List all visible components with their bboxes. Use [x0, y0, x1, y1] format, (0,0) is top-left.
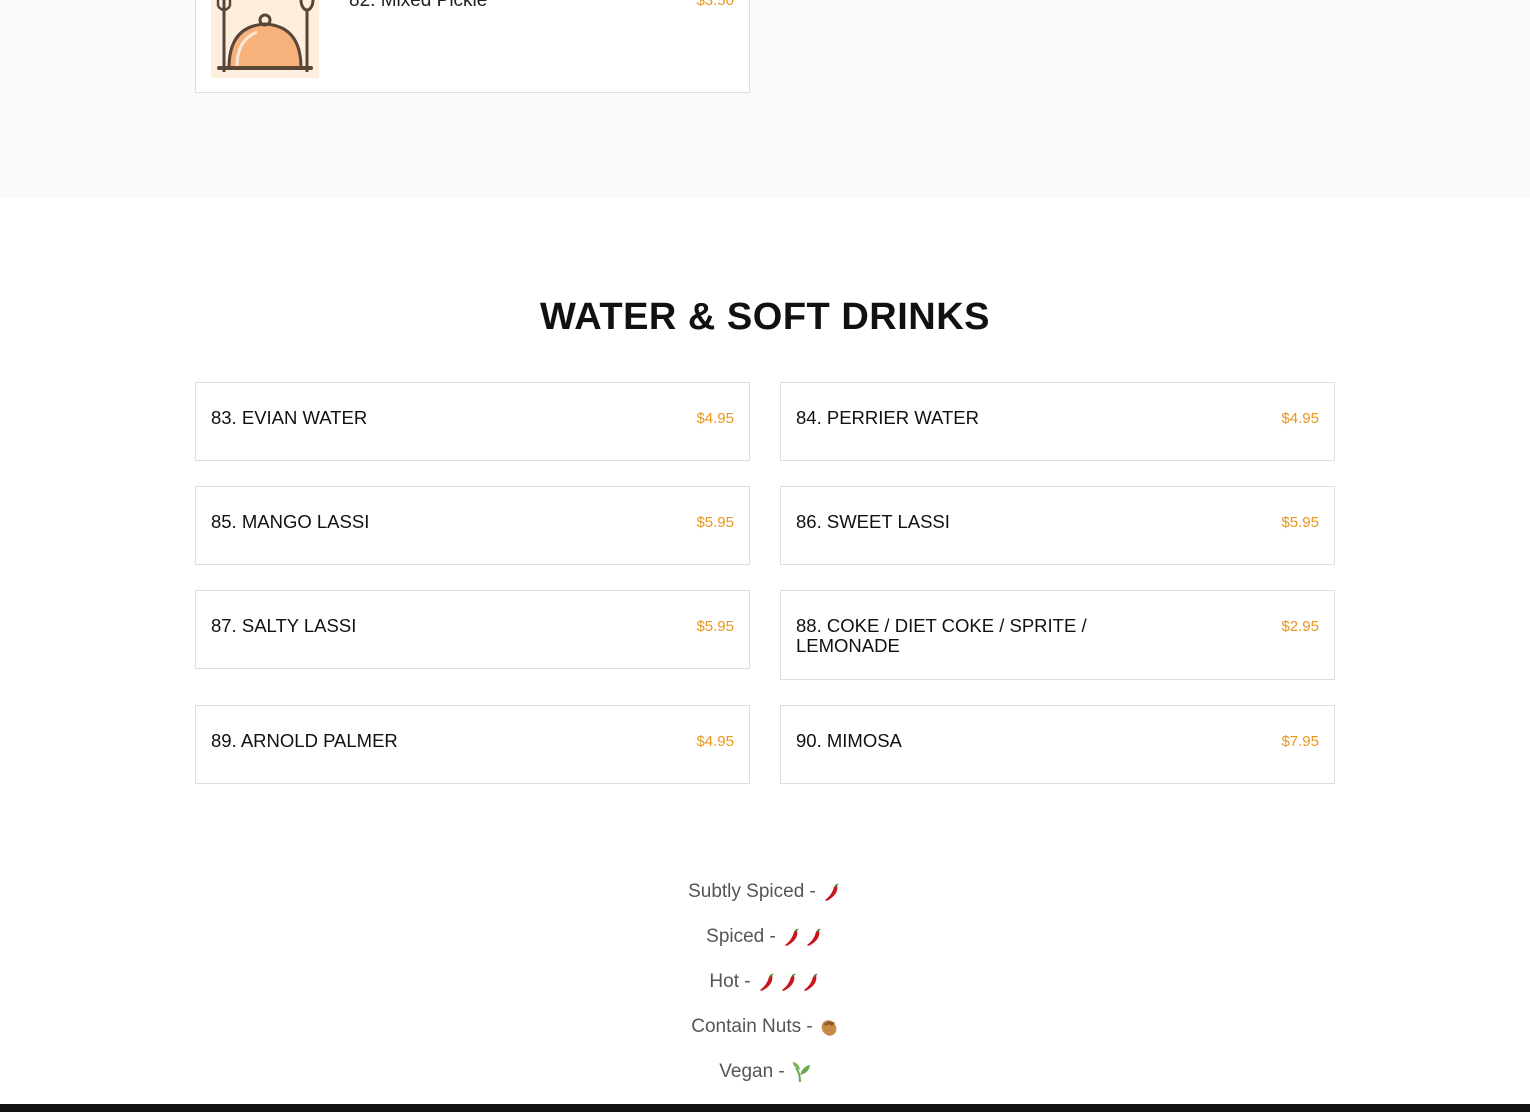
menu-item-price: $5.95: [696, 514, 734, 531]
chili-icon: [806, 928, 821, 946]
menu-item-card[interactable]: 86. SWEET LASSI $5.95: [780, 486, 1335, 565]
menu-item-name: 90. MIMOSA: [796, 730, 902, 751]
legend-label: Contain Nuts -: [691, 1016, 813, 1037]
cloche-icon: [211, 0, 319, 78]
chili-icon: [784, 928, 799, 946]
menu-item-price: $7.95: [1281, 733, 1319, 750]
menu-item-card[interactable]: 87. SALTY LASSI $5.95: [195, 590, 750, 669]
legend-label: Hot -: [709, 971, 751, 992]
legend-hot: Hot -: [0, 970, 1530, 994]
menu-item-card[interactable]: 89. ARNOLD PALMER $4.95: [195, 705, 750, 784]
menu-item-price: $5.95: [1281, 514, 1319, 531]
menu-item-card[interactable]: 90. MIMOSA $7.95: [780, 705, 1335, 784]
legend-contain-nuts: Contain Nuts -: [0, 1015, 1530, 1039]
menu-item-name: 83. EVIAN WATER: [211, 407, 368, 428]
legend-spiced: Spiced -: [0, 925, 1530, 949]
chili-icon: [803, 973, 818, 991]
menu-item-name: 87. SALTY LASSI: [211, 615, 357, 636]
menu-item-card[interactable]: 82. Mixed Pickle $3.50: [195, 0, 750, 93]
menu-item-card[interactable]: 83. EVIAN WATER $4.95: [195, 382, 750, 461]
menu-item-name: 88. COKE / DIET COKE / SPRITE / LEMONADE: [796, 615, 1087, 656]
menu-item-price: $5.95: [696, 618, 734, 635]
nut-icon: [819, 1016, 839, 1038]
legend-vegan: Vegan -: [0, 1060, 1530, 1084]
section-title: WATER & SOFT DRINKS: [539, 296, 990, 338]
menu-item-price: $2.95: [1281, 618, 1319, 635]
legend-label: Spiced -: [706, 926, 776, 947]
menu-item-price: $4.95: [1281, 410, 1319, 427]
menu-item-price: $3.50: [696, 0, 734, 9]
leaf-icon: [791, 1061, 811, 1083]
previous-section-band: 82. Mixed Pickle $3.50: [0, 0, 1530, 198]
legend-subtly-spiced: Subtly Spiced -: [0, 880, 1530, 904]
legend-label: Vegan -: [719, 1061, 785, 1082]
menu-item-name: 84. PERRIER WATER: [796, 407, 979, 428]
menu-item-card[interactable]: 84. PERRIER WATER $4.95: [780, 382, 1335, 461]
menu-item-card[interactable]: 88. COKE / DIET COKE / SPRITE / LEMONADE…: [780, 590, 1335, 680]
menu-item-card[interactable]: 85. MANGO LASSI $5.95: [195, 486, 750, 565]
menu-item-price: $4.95: [696, 733, 734, 750]
chili-icon: [822, 881, 842, 903]
menu-item-name: 89. ARNOLD PALMER: [211, 730, 398, 751]
legend-label: Subtly Spiced -: [688, 881, 816, 902]
footer-bar: [0, 1104, 1530, 1112]
chili-icon: [781, 973, 796, 991]
menu-item-price: $4.95: [696, 410, 734, 427]
menu-item-name: 85. MANGO LASSI: [211, 511, 370, 532]
chili-icon: [759, 973, 774, 991]
menu-item-name: 86. SWEET LASSI: [796, 511, 950, 532]
menu-item-name: 82. Mixed Pickle: [349, 0, 488, 11]
